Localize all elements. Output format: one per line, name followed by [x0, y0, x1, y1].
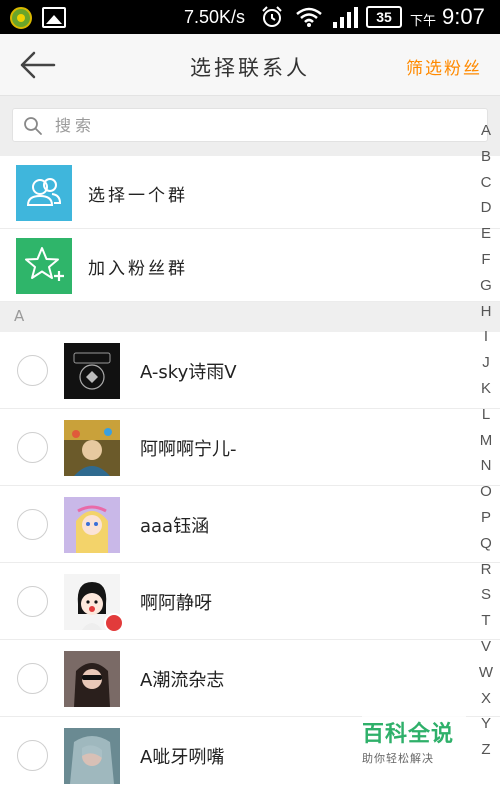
battery-indicator: 35: [366, 6, 402, 28]
alpha-index-item[interactable]: K: [474, 376, 498, 402]
alpha-index-item[interactable]: B: [474, 144, 498, 170]
app-header: 选择联系人 筛选粉丝: [0, 34, 500, 96]
alpha-index-item[interactable]: T: [474, 608, 498, 634]
avatar: [64, 343, 120, 399]
alpha-index-item[interactable]: C: [474, 170, 498, 196]
alpha-index-item[interactable]: W: [474, 660, 498, 686]
alpha-index-item[interactable]: S: [474, 582, 498, 608]
join-fans-group-row[interactable]: 加入粉丝群: [0, 229, 500, 302]
section-header: A: [0, 302, 500, 332]
contact-radio[interactable]: [17, 355, 48, 386]
verified-star-icon: [104, 613, 124, 633]
network-speed: 7.50K/s: [184, 7, 246, 27]
alpha-index-item[interactable]: O: [474, 479, 498, 505]
status-bar: 7.50K/s 35 下午 9:07: [0, 0, 500, 34]
alpha-index-item[interactable]: X: [474, 686, 498, 712]
group-icon: [16, 165, 72, 221]
app-notification-icon: [10, 7, 32, 29]
section-letter: A: [14, 307, 25, 325]
contact-name: 啊阿静呀: [140, 593, 212, 614]
contact-name: aaa钰涵: [140, 516, 210, 537]
select-group-label: 选择一个群: [88, 186, 188, 206]
join-fans-group-label: 加入粉丝群: [88, 259, 188, 279]
alpha-index-item[interactable]: Z: [474, 737, 498, 763]
contact-name: 阿啊啊宁儿-: [140, 439, 237, 460]
signal-icon: [333, 7, 358, 28]
contact-radio[interactable]: [17, 509, 48, 540]
search-box[interactable]: [12, 108, 488, 142]
contact-name: A-sky诗雨V: [140, 362, 237, 383]
alarm-icon: [262, 6, 282, 27]
watermark-title: 百科全说: [362, 722, 455, 747]
alpha-index-item[interactable]: N: [474, 453, 498, 479]
contact-radio[interactable]: [17, 740, 48, 771]
alpha-index-item[interactable]: M: [474, 428, 498, 454]
contact-radio[interactable]: [17, 663, 48, 694]
search-bar: [0, 96, 500, 156]
avatar: [64, 728, 120, 784]
search-input[interactable]: [55, 111, 475, 139]
watermark-logo: 百科全说 助你轻松解决: [362, 716, 466, 765]
alphabet-index[interactable]: A B C D E F G H I J K L M N O P Q R S T …: [474, 118, 498, 763]
filter-fans-button[interactable]: 筛选粉丝: [406, 54, 482, 79]
alpha-index-item[interactable]: R: [474, 557, 498, 583]
contact-radio[interactable]: [17, 586, 48, 617]
contact-name: A呲牙咧嘴: [140, 747, 225, 768]
contact-row[interactable]: 啊阿静呀: [0, 563, 500, 640]
contact-row[interactable]: A潮流杂志: [0, 640, 500, 717]
star-plus-icon: [16, 238, 72, 294]
contact-row[interactable]: aaa钰涵: [0, 486, 500, 563]
contact-name: A潮流杂志: [140, 670, 225, 691]
alpha-index-item[interactable]: V: [474, 634, 498, 660]
alpha-index-item[interactable]: H: [474, 299, 498, 325]
wifi-icon: [296, 7, 322, 27]
contact-row[interactable]: A-sky诗雨V: [0, 332, 500, 409]
avatar: [64, 651, 120, 707]
alpha-index-item[interactable]: D: [474, 195, 498, 221]
alpha-index-item[interactable]: Q: [474, 531, 498, 557]
select-group-row[interactable]: 选择一个群: [0, 156, 500, 229]
search-icon: [24, 117, 42, 135]
alpha-index-item[interactable]: I: [474, 324, 498, 350]
watermark-subtitle: 助你轻松解决: [362, 752, 434, 765]
alpha-index-item[interactable]: P: [474, 505, 498, 531]
alpha-index-item[interactable]: A: [474, 118, 498, 144]
contact-radio[interactable]: [17, 432, 48, 463]
gallery-icon: [42, 7, 66, 28]
time-period: 下午: [410, 14, 437, 29]
contact-row[interactable]: 阿啊啊宁儿-: [0, 409, 500, 486]
avatar: [64, 497, 120, 553]
alpha-index-item[interactable]: E: [474, 221, 498, 247]
alpha-index-item[interactable]: G: [474, 273, 498, 299]
avatar: [64, 420, 120, 476]
alpha-index-item[interactable]: Y: [474, 711, 498, 737]
alpha-index-item[interactable]: J: [474, 350, 498, 376]
alpha-index-item[interactable]: L: [474, 402, 498, 428]
alpha-index-item[interactable]: F: [474, 247, 498, 273]
clock: 9:07: [442, 4, 485, 29]
